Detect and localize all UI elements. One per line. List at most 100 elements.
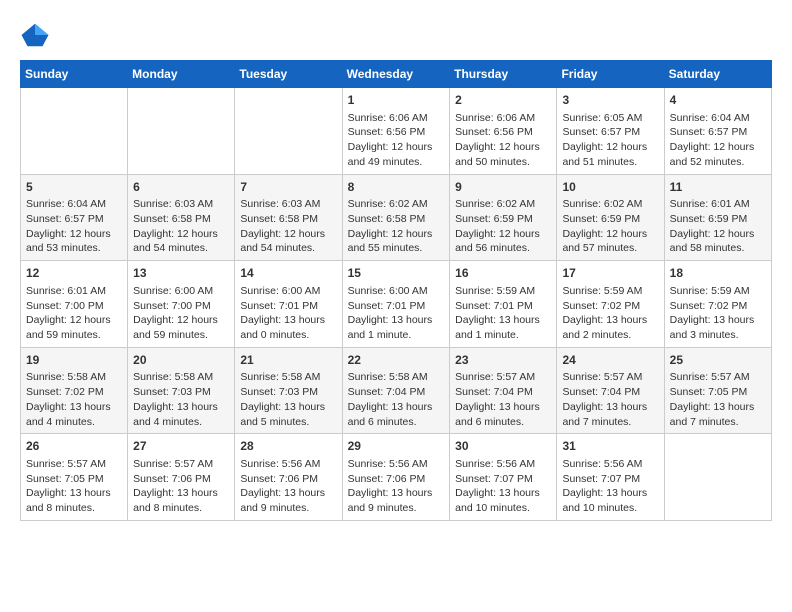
cell-content-line: Sunrise: 5:58 AM — [240, 370, 336, 385]
cell-content-line: Daylight: 13 hours — [455, 400, 551, 415]
cell-content-line: Sunrise: 6:00 AM — [348, 284, 445, 299]
calendar-cell — [21, 88, 128, 175]
cell-content-line: Sunrise: 6:01 AM — [670, 197, 766, 212]
day-number: 25 — [670, 352, 766, 369]
cell-content-line: Daylight: 13 hours — [670, 313, 766, 328]
cell-content-line: and 50 minutes. — [455, 155, 551, 170]
cell-content-line: Sunrise: 5:56 AM — [562, 457, 658, 472]
day-header-thursday: Thursday — [450, 61, 557, 88]
day-number: 30 — [455, 438, 551, 455]
cell-content-line: Daylight: 12 hours — [348, 140, 445, 155]
cell-content-line: Daylight: 13 hours — [670, 400, 766, 415]
cell-content-line: Daylight: 12 hours — [240, 227, 336, 242]
cell-content-line: and 5 minutes. — [240, 415, 336, 430]
logo — [20, 20, 54, 50]
cell-content-line: and 59 minutes. — [26, 328, 122, 343]
cell-content-line: Sunrise: 6:06 AM — [455, 111, 551, 126]
cell-content-line: and 10 minutes. — [455, 501, 551, 516]
calendar-cell: 3Sunrise: 6:05 AMSunset: 6:57 PMDaylight… — [557, 88, 664, 175]
cell-content-line: Sunset: 6:57 PM — [562, 125, 658, 140]
cell-content-line: Daylight: 12 hours — [133, 227, 229, 242]
day-header-sunday: Sunday — [21, 61, 128, 88]
day-number: 3 — [562, 92, 658, 109]
day-number: 19 — [26, 352, 122, 369]
cell-content-line: and 8 minutes. — [26, 501, 122, 516]
cell-content-line: Daylight: 13 hours — [562, 400, 658, 415]
cell-content-line: Sunrise: 5:58 AM — [348, 370, 445, 385]
day-number: 27 — [133, 438, 229, 455]
cell-content-line: Sunrise: 6:00 AM — [133, 284, 229, 299]
cell-content-line: Sunset: 7:07 PM — [455, 472, 551, 487]
cell-content-line: Sunset: 6:57 PM — [26, 212, 122, 227]
cell-content-line: Daylight: 13 hours — [455, 486, 551, 501]
cell-content-line: Sunrise: 5:59 AM — [670, 284, 766, 299]
calendar-cell: 29Sunrise: 5:56 AMSunset: 7:06 PMDayligh… — [342, 434, 450, 521]
cell-content-line: and 52 minutes. — [670, 155, 766, 170]
cell-content-line: Daylight: 12 hours — [26, 313, 122, 328]
day-number: 11 — [670, 179, 766, 196]
cell-content-line: Sunset: 7:05 PM — [26, 472, 122, 487]
cell-content-line: and 53 minutes. — [26, 241, 122, 256]
days-header-row: SundayMondayTuesdayWednesdayThursdayFrid… — [21, 61, 772, 88]
week-row-3: 19Sunrise: 5:58 AMSunset: 7:02 PMDayligh… — [21, 347, 772, 434]
cell-content-line: Daylight: 13 hours — [133, 400, 229, 415]
cell-content-line: Sunset: 7:04 PM — [455, 385, 551, 400]
day-header-wednesday: Wednesday — [342, 61, 450, 88]
calendar-cell: 23Sunrise: 5:57 AMSunset: 7:04 PMDayligh… — [450, 347, 557, 434]
cell-content-line: Daylight: 13 hours — [562, 313, 658, 328]
cell-content-line: and 57 minutes. — [562, 241, 658, 256]
cell-content-line: and 51 minutes. — [562, 155, 658, 170]
cell-content-line: Sunrise: 6:02 AM — [562, 197, 658, 212]
calendar-cell: 2Sunrise: 6:06 AMSunset: 6:56 PMDaylight… — [450, 88, 557, 175]
day-number: 20 — [133, 352, 229, 369]
cell-content-line: Sunrise: 5:56 AM — [455, 457, 551, 472]
cell-content-line: and 1 minute. — [348, 328, 445, 343]
calendar-cell: 26Sunrise: 5:57 AMSunset: 7:05 PMDayligh… — [21, 434, 128, 521]
cell-content-line: Daylight: 13 hours — [240, 400, 336, 415]
day-number: 9 — [455, 179, 551, 196]
calendar-cell: 25Sunrise: 5:57 AMSunset: 7:05 PMDayligh… — [664, 347, 771, 434]
cell-content-line: Sunrise: 5:59 AM — [455, 284, 551, 299]
cell-content-line: and 6 minutes. — [348, 415, 445, 430]
calendar-cell: 24Sunrise: 5:57 AMSunset: 7:04 PMDayligh… — [557, 347, 664, 434]
day-number: 10 — [562, 179, 658, 196]
day-header-monday: Monday — [128, 61, 235, 88]
cell-content-line: Daylight: 13 hours — [562, 486, 658, 501]
cell-content-line: and 0 minutes. — [240, 328, 336, 343]
cell-content-line: Sunrise: 6:04 AM — [670, 111, 766, 126]
calendar-cell: 13Sunrise: 6:00 AMSunset: 7:00 PMDayligh… — [128, 261, 235, 348]
day-number: 28 — [240, 438, 336, 455]
cell-content-line: Sunset: 6:59 PM — [455, 212, 551, 227]
cell-content-line: Daylight: 13 hours — [348, 313, 445, 328]
cell-content-line: Sunrise: 6:01 AM — [26, 284, 122, 299]
day-header-saturday: Saturday — [664, 61, 771, 88]
day-number: 16 — [455, 265, 551, 282]
cell-content-line: and 7 minutes. — [670, 415, 766, 430]
cell-content-line: Daylight: 13 hours — [240, 313, 336, 328]
cell-content-line: Daylight: 12 hours — [26, 227, 122, 242]
calendar-cell: 19Sunrise: 5:58 AMSunset: 7:02 PMDayligh… — [21, 347, 128, 434]
cell-content-line: Daylight: 12 hours — [348, 227, 445, 242]
calendar-cell: 12Sunrise: 6:01 AMSunset: 7:00 PMDayligh… — [21, 261, 128, 348]
calendar-cell: 28Sunrise: 5:56 AMSunset: 7:06 PMDayligh… — [235, 434, 342, 521]
calendar-cell: 31Sunrise: 5:56 AMSunset: 7:07 PMDayligh… — [557, 434, 664, 521]
cell-content-line: and 9 minutes. — [348, 501, 445, 516]
calendar-cell: 10Sunrise: 6:02 AMSunset: 6:59 PMDayligh… — [557, 174, 664, 261]
day-number: 13 — [133, 265, 229, 282]
cell-content-line: and 9 minutes. — [240, 501, 336, 516]
cell-content-line: Sunrise: 6:03 AM — [240, 197, 336, 212]
day-number: 17 — [562, 265, 658, 282]
cell-content-line: Sunset: 6:57 PM — [670, 125, 766, 140]
cell-content-line: Sunrise: 5:57 AM — [455, 370, 551, 385]
calendar-cell: 18Sunrise: 5:59 AMSunset: 7:02 PMDayligh… — [664, 261, 771, 348]
cell-content-line: Sunrise: 6:05 AM — [562, 111, 658, 126]
calendar-cell: 9Sunrise: 6:02 AMSunset: 6:59 PMDaylight… — [450, 174, 557, 261]
cell-content-line: Daylight: 13 hours — [133, 486, 229, 501]
day-number: 14 — [240, 265, 336, 282]
cell-content-line: Sunset: 7:05 PM — [670, 385, 766, 400]
day-number: 1 — [348, 92, 445, 109]
cell-content-line: and 4 minutes. — [133, 415, 229, 430]
day-number: 22 — [348, 352, 445, 369]
cell-content-line: Sunrise: 5:57 AM — [562, 370, 658, 385]
calendar-cell: 15Sunrise: 6:00 AMSunset: 7:01 PMDayligh… — [342, 261, 450, 348]
